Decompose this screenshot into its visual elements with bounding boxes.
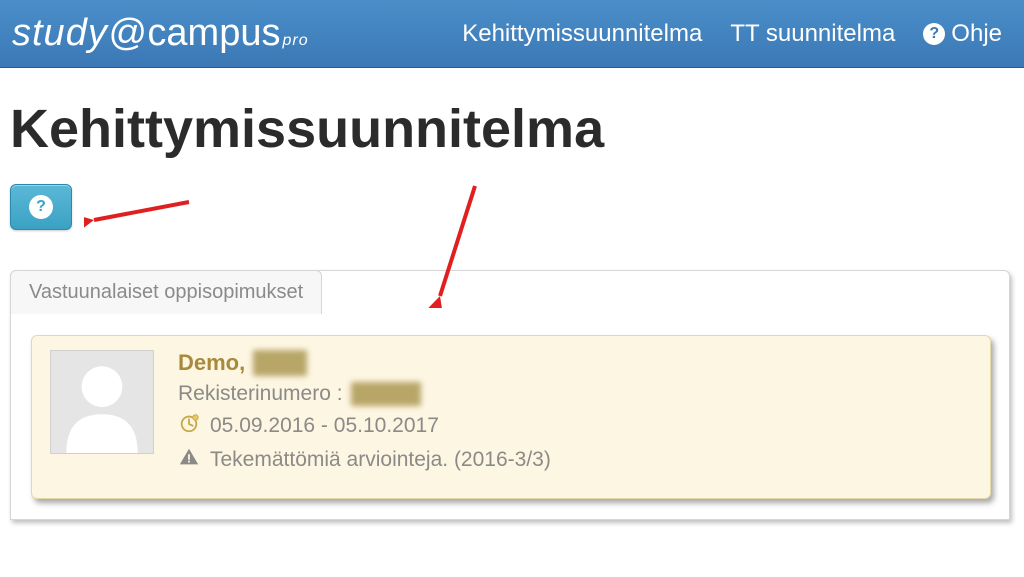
- page-title: Kehittymissuunnitelma: [10, 98, 1014, 160]
- registration-label: Rekisterinumero :: [178, 382, 343, 406]
- date-range: 05.09.2016 - 05.10.2017: [210, 414, 439, 438]
- tab-responsible-label: Vastuunalaiset oppisopimukset: [29, 281, 303, 303]
- logo-at: @: [108, 12, 148, 55]
- avatar: [50, 350, 154, 454]
- warning-line: Tekemättömiä arviointeja. (2016-3/3): [178, 446, 972, 474]
- nav-plan[interactable]: Kehittymissuunnitelma: [462, 20, 702, 48]
- date-line: 05.09.2016 - 05.10.2017: [178, 412, 972, 440]
- tab-responsible[interactable]: Vastuunalaiset oppisopimukset: [10, 270, 322, 314]
- page-help-button[interactable]: ?: [10, 184, 72, 230]
- nav-tt[interactable]: TT suunnitelma: [730, 20, 895, 48]
- clock-icon: [178, 412, 200, 440]
- page-body: Kehittymissuunnitelma ? Vastuunalaiset o…: [0, 68, 1024, 530]
- logo-campus: campus: [147, 12, 280, 55]
- nav-help[interactable]: ? Ohje: [923, 20, 1002, 48]
- top-nav: Kehittymissuunnitelma TT suunnitelma ? O…: [462, 20, 1012, 48]
- registration-line: Rekisterinumero : 123456: [178, 382, 972, 406]
- nav-plan-label: Kehittymissuunnitelma: [462, 20, 702, 48]
- app-logo: study@campuspro: [12, 12, 309, 55]
- student-card[interactable]: Demo, Erkki Rekisterinumero : 123456: [31, 335, 991, 499]
- warning-icon: [178, 446, 200, 474]
- nav-tt-label: TT suunnitelma: [730, 20, 895, 48]
- registration-value: 123456: [351, 382, 421, 406]
- student-name: Demo, Erkki: [178, 350, 972, 376]
- logo-study: study: [12, 12, 108, 55]
- person-icon: [51, 351, 153, 453]
- topbar: study@campuspro Kehittymissuunnitelma TT…: [0, 0, 1024, 68]
- tab-panel: Vastuunalaiset oppisopimukset Demo, Erkk…: [10, 270, 1010, 520]
- help-icon: ?: [29, 195, 53, 219]
- nav-help-label: Ohje: [951, 20, 1002, 48]
- logo-pro: pro: [282, 32, 308, 50]
- warning-text: Tekemättömiä arviointeja. (2016-3/3): [210, 448, 551, 472]
- card-content: Demo, Erkki Rekisterinumero : 123456: [178, 350, 972, 480]
- student-name-known: Demo,: [178, 350, 245, 376]
- help-icon: ?: [923, 23, 945, 45]
- student-name-blurred: Erkki: [253, 350, 307, 376]
